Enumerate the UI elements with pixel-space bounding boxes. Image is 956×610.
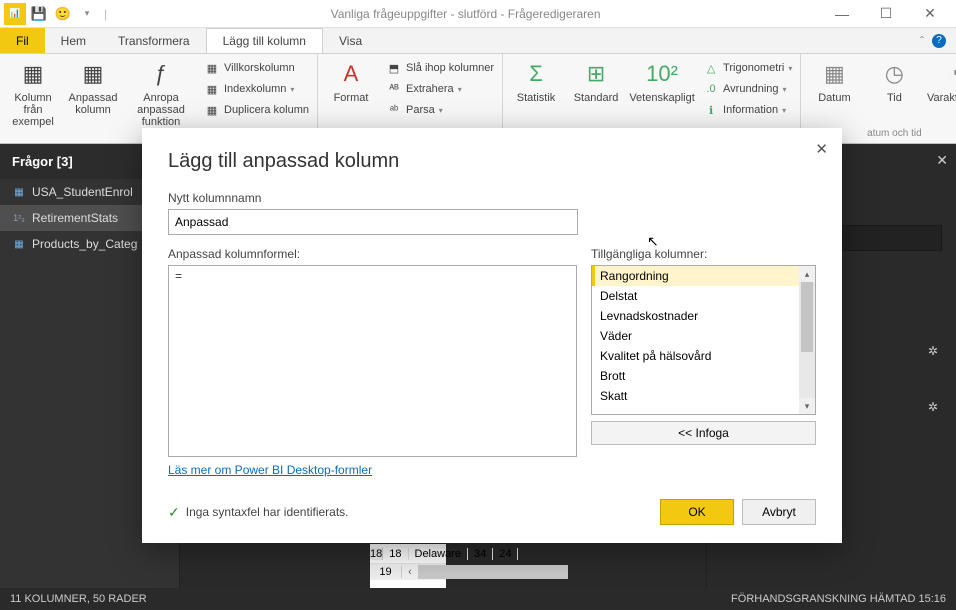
new-column-label: Nytt kolumnnamn bbox=[168, 191, 816, 205]
formula-label: Anpassad kolumnformel: bbox=[168, 247, 577, 261]
table-row[interactable]: 18 18 Delaware 34 24 bbox=[370, 544, 446, 564]
ok-button[interactable]: OK bbox=[660, 499, 734, 525]
duration-icon: ◔ bbox=[938, 58, 956, 90]
available-column-item[interactable]: Väder bbox=[592, 326, 815, 346]
maximize-button[interactable]: ☐ bbox=[864, 0, 908, 28]
parse-icon: ᵃᵇ bbox=[386, 102, 402, 118]
merge-icon: ⬒ bbox=[386, 60, 402, 76]
close-button[interactable]: ✕ bbox=[908, 0, 952, 28]
titlebar: 📊 💾 🙂 ▾ | Vanliga frågeuppgifter - slutf… bbox=[0, 0, 956, 28]
duplicate-column-button[interactable]: ▦Duplicera kolumn bbox=[202, 100, 311, 120]
table-icon: ▦ bbox=[12, 237, 26, 251]
collapse-ribbon-icon[interactable]: ˆ bbox=[920, 34, 924, 48]
clock-icon: ◷ bbox=[878, 58, 910, 90]
available-column-item[interactable]: Delstat bbox=[592, 286, 815, 306]
available-column-item[interactable]: Skatt bbox=[592, 386, 815, 406]
parse-button[interactable]: ᵃᵇParsa▾ bbox=[384, 100, 496, 120]
date-button[interactable]: ▦Datum bbox=[807, 58, 861, 104]
status-left: 11 KOLUMNER, 50 RADER bbox=[10, 593, 147, 605]
available-column-item[interactable]: Brott bbox=[592, 366, 815, 386]
duration-button[interactable]: ◔Varaktighet bbox=[927, 58, 956, 104]
tab-view[interactable]: Visa bbox=[323, 28, 378, 53]
available-column-item[interactable]: Kvalitet på hälsovård bbox=[592, 346, 815, 366]
gear-icon[interactable]: ✲ bbox=[928, 344, 938, 358]
table-icon: ▦ bbox=[17, 58, 49, 90]
extract-button[interactable]: ᴬᴮExtrahera▾ bbox=[384, 79, 496, 99]
sigma-icon: Σ bbox=[520, 58, 552, 90]
info-icon: ℹ bbox=[703, 102, 719, 118]
list-scrollbar[interactable]: ▴ ▾ bbox=[799, 266, 815, 414]
tab-help-area: ˆ ? bbox=[910, 28, 956, 53]
window-controls: — ☐ ✕ bbox=[820, 0, 952, 28]
gear-icon[interactable]: ✲ bbox=[928, 400, 938, 414]
information-button[interactable]: ℹInformation▾ bbox=[701, 100, 794, 120]
conditional-column-button[interactable]: ▦Villkorskolumn bbox=[202, 58, 311, 78]
round-icon: .0 bbox=[703, 81, 719, 97]
insert-button[interactable]: << Infoga bbox=[591, 421, 816, 445]
available-columns-list: Rangordning Delstat Levnadskostnader Väd… bbox=[591, 265, 816, 415]
table-icon: ▦ bbox=[12, 185, 26, 199]
emoji-icon[interactable]: 🙂 bbox=[52, 3, 74, 25]
scientific-button[interactable]: 10²Vetenskapligt bbox=[629, 58, 695, 104]
trig-icon: △ bbox=[703, 60, 719, 76]
calc-icon: ⊞ bbox=[580, 58, 612, 90]
table-star-icon: ▦ bbox=[77, 58, 109, 90]
custom-column-button[interactable]: ▦ Anpassad kolumn bbox=[66, 58, 120, 116]
tab-file[interactable]: Fil bbox=[0, 28, 45, 53]
merge-columns-button[interactable]: ⬒Slå ihop kolumner bbox=[384, 58, 496, 78]
help-icon[interactable]: ? bbox=[932, 34, 946, 48]
app-icon: 📊 bbox=[4, 3, 26, 25]
learn-more-link[interactable]: Läs mer om Power BI Desktop-formler bbox=[168, 463, 577, 477]
trig-button[interactable]: △Trigonometri▾ bbox=[701, 58, 794, 78]
status-right: FÖRHANDSGRANSKNING HÄMTAD 15:16 bbox=[731, 593, 946, 605]
index-icon: ▦ bbox=[204, 81, 220, 97]
cancel-button[interactable]: Avbryt bbox=[742, 499, 816, 525]
scroll-left-icon[interactable]: ‹ bbox=[402, 566, 418, 578]
minimize-button[interactable]: — bbox=[820, 0, 864, 28]
scroll-down-icon[interactable]: ▾ bbox=[799, 398, 815, 414]
tab-transform[interactable]: Transformera bbox=[102, 28, 206, 53]
available-column-item[interactable]: Rangordning bbox=[592, 266, 815, 286]
tab-add-column[interactable]: Lägg till kolumn bbox=[206, 28, 323, 53]
formula-input[interactable]: = bbox=[168, 265, 577, 457]
standard-button[interactable]: ⊞Standard bbox=[569, 58, 623, 104]
scroll-up-icon[interactable]: ▴ bbox=[799, 266, 815, 282]
window-title: Vanliga frågeuppgifter - slutförd - Fråg… bbox=[111, 7, 820, 21]
rounding-button[interactable]: .0Avrundning▾ bbox=[701, 79, 794, 99]
available-columns-label: Tillgängliga kolumner: bbox=[591, 247, 816, 261]
dialog-close-button[interactable]: ✕ bbox=[815, 140, 828, 158]
invoke-function-button[interactable]: ƒ Anropa anpassad funktion bbox=[126, 58, 196, 128]
new-column-input[interactable] bbox=[168, 209, 578, 235]
format-button[interactable]: A Format bbox=[324, 58, 378, 104]
quick-access-toolbar: 📊 💾 🙂 ▾ | bbox=[4, 3, 111, 25]
duplicate-icon: ▦ bbox=[204, 102, 220, 118]
format-icon: A bbox=[335, 58, 367, 90]
exponent-icon: 10² bbox=[646, 58, 678, 90]
syntax-status: ✓ Inga syntaxfel har identifierats. bbox=[168, 504, 349, 521]
ribbon-tabs: Fil Hem Transformera Lägg till kolumn Vi… bbox=[0, 28, 956, 54]
available-column-item[interactable]: Levnadskostnader bbox=[592, 306, 815, 326]
index-column-button[interactable]: ▦Indexkolumn▾ bbox=[202, 79, 311, 99]
save-icon[interactable]: 💾 bbox=[28, 3, 50, 25]
statistics-button[interactable]: ΣStatistik bbox=[509, 58, 563, 104]
check-icon: ✓ bbox=[168, 504, 180, 521]
tab-home[interactable]: Hem bbox=[45, 28, 102, 53]
statusbar: 11 KOLUMNER, 50 RADER FÖRHANDSGRANSKNING… bbox=[0, 588, 956, 610]
dropdown-icon[interactable]: ▾ bbox=[76, 3, 98, 25]
calendar-icon: ▦ bbox=[818, 58, 850, 90]
custom-column-dialog: ✕ Lägg till anpassad kolumn Nytt kolumnn… bbox=[142, 128, 842, 543]
extract-icon: ᴬᴮ bbox=[386, 81, 402, 97]
dialog-title: Lägg till anpassad kolumn bbox=[168, 150, 816, 173]
table-preview: 18 18 Delaware 34 24 19 ‹ › bbox=[370, 544, 446, 588]
column-from-example-button[interactable]: ▦ Kolumn från exempel bbox=[6, 58, 60, 128]
fx-icon: ƒ bbox=[145, 58, 177, 90]
time-button[interactable]: ◷Tid bbox=[867, 58, 921, 104]
horizontal-scrollbar[interactable]: 19 ‹ › bbox=[370, 564, 446, 580]
condition-icon: ▦ bbox=[204, 60, 220, 76]
number-icon: 1²₃ bbox=[12, 211, 26, 225]
